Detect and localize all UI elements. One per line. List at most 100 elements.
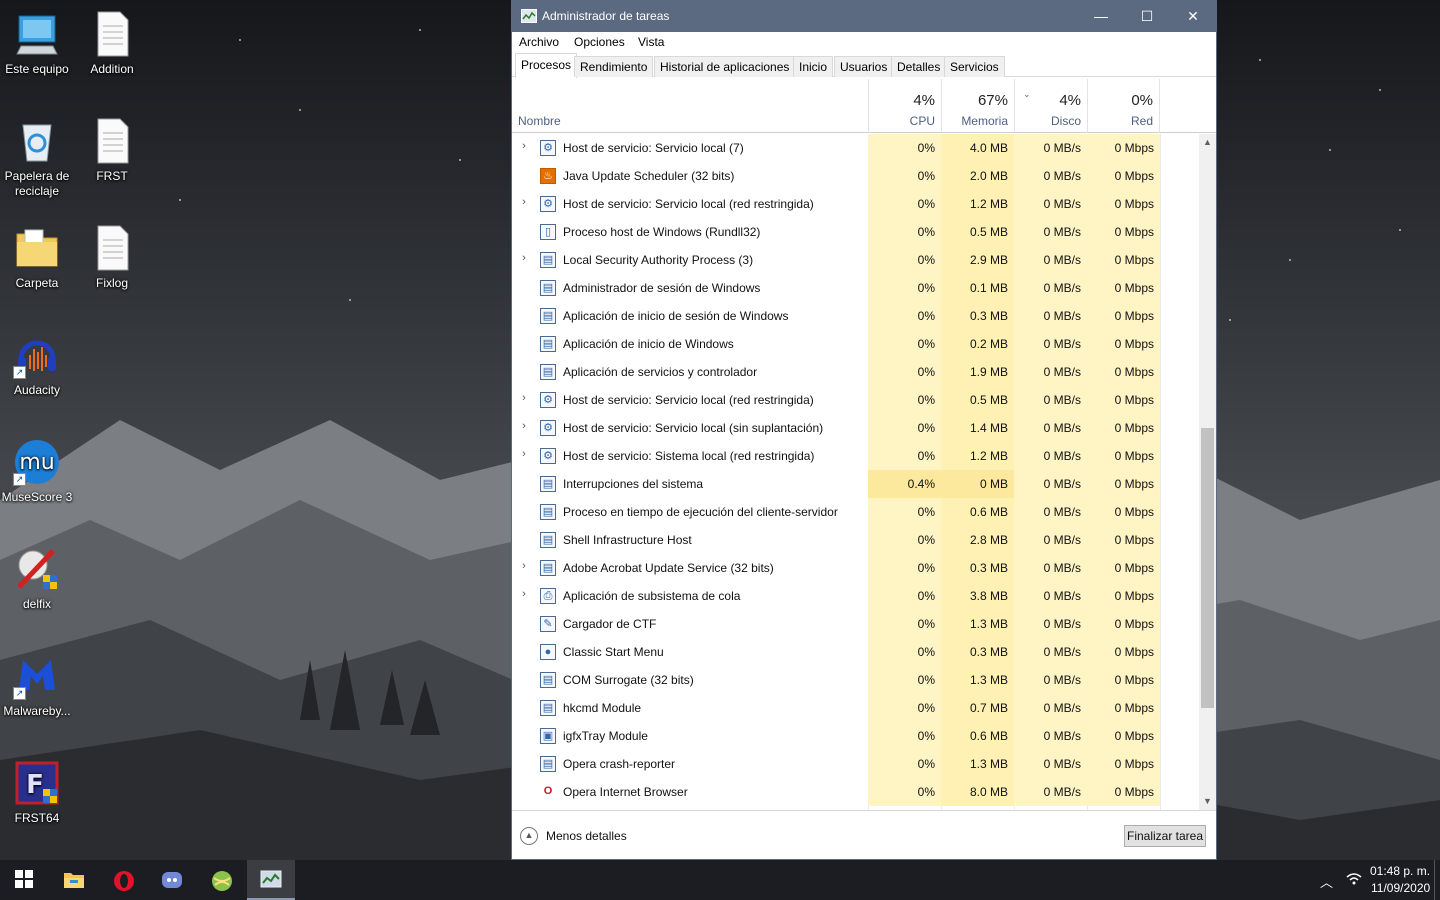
disk-value: 0 MB/s — [1014, 386, 1087, 414]
start-button[interactable] — [0, 860, 48, 900]
title-bar[interactable]: Administrador de tareas — ☐ ✕ — [512, 1, 1216, 32]
less-details-link[interactable]: Menos detalles — [546, 829, 627, 843]
process-row[interactable]: › ⚙ Host de servicio: Servicio local (7) 0%… — [512, 134, 1199, 162]
text-file-icon — [97, 11, 129, 57]
process-row[interactable]: ▤ Aplicación de inicio de sesión de Windo… — [512, 302, 1199, 330]
scroll-thumb[interactable] — [1201, 428, 1214, 708]
scroll-down-icon[interactable]: ▼ — [1199, 793, 1216, 810]
desktop-icon-audacity[interactable]: ↗ Audacity — [0, 331, 74, 398]
process-row[interactable]: ▤ Interrupciones del sistema 0.4% 0 MB 0 MB/… — [512, 470, 1199, 498]
column-nombre[interactable]: Nombre — [518, 114, 561, 128]
process-row[interactable]: › ⚙ Host de servicio: Servicio local (red … — [512, 386, 1199, 414]
taskbar-task-manager[interactable] — [247, 860, 295, 900]
expand-chevron-icon[interactable]: › — [518, 252, 530, 264]
process-row[interactable]: ▤ Administrador de sesión de Windows 0% 0.1… — [512, 274, 1199, 302]
desktop-icon-musescore[interactable]: mu ↗ MuseScore 3 — [0, 438, 74, 505]
expand-chevron-icon[interactable]: › — [518, 560, 530, 572]
show-desktop-button[interactable] — [1434, 860, 1440, 900]
disk-value: 0 MB/s — [1014, 414, 1087, 442]
maximize-button[interactable]: ☐ — [1124, 1, 1170, 32]
tab-rendimiento[interactable]: Rendimiento — [574, 56, 654, 77]
menu-opciones[interactable]: Opciones — [574, 35, 625, 49]
desktop-icon-fixlog[interactable]: Fixlog — [75, 224, 149, 291]
menu-archivo[interactable]: Archivo — [519, 35, 559, 49]
process-row[interactable]: ▤ Aplicación de inicio de Windows 0% 0.2 MB… — [512, 330, 1199, 358]
footer: ▲ Menos detalles Finalizar tarea — [512, 810, 1216, 859]
process-row[interactable]: ▤ Aplicación de servicios y controlador 0%… — [512, 358, 1199, 386]
taskbar-opera[interactable] — [100, 860, 148, 900]
process-row[interactable]: ● Classic Start Menu 0% 0.3 MB 0 MB/s 0 Mbps — [512, 638, 1199, 666]
taskbar: ︿ 01:48 p. m. 11/09/2020 — [0, 860, 1440, 900]
process-row[interactable]: ▤ Opera crash-reporter 0% 1.3 MB 0 MB/s 0 Mbp… — [512, 750, 1199, 778]
process-row[interactable]: ▣ igfxTray Module 0% 0.6 MB 0 MB/s 0 Mbps — [512, 722, 1199, 750]
close-button[interactable]: ✕ — [1170, 1, 1216, 32]
expand-chevron-icon[interactable]: › — [518, 420, 530, 432]
expand-chevron-icon[interactable]: › — [518, 588, 530, 600]
desktop-icon-malwarebytes[interactable]: ↗ Malwareby... — [0, 652, 74, 719]
expand-chevron-icon[interactable]: › — [518, 140, 530, 152]
network-wifi-icon[interactable] — [1346, 872, 1362, 886]
tab-historial[interactable]: Historial de aplicaciones — [654, 56, 796, 77]
tab-usuarios[interactable]: Usuarios — [834, 56, 894, 77]
process-row[interactable]: › ▤ Adobe Acrobat Update Service (32 bits)… — [512, 554, 1199, 582]
tab-detalles[interactable]: Detalles — [891, 56, 947, 77]
gear-icon: ⚙ — [540, 140, 556, 156]
desktop-icon-este-equipo[interactable]: Este equipo — [0, 10, 74, 77]
disk-value: 0 MB/s — [1014, 302, 1087, 330]
process-name: COM Surrogate (32 bits) — [563, 673, 694, 687]
process-row[interactable]: ▤ Shell Infrastructure Host 0% 2.8 MB 0 MB/s… — [512, 526, 1199, 554]
clock-date[interactable]: 11/09/2020 — [1371, 881, 1430, 895]
column-memoria[interactable]: 67% Memoria — [941, 79, 1014, 133]
desktop-icon-carpeta[interactable]: Carpeta — [0, 224, 74, 291]
process-row[interactable]: ▤ COM Surrogate (32 bits) 0% 1.3 MB 0 MB/s 0 … — [512, 666, 1199, 694]
end-task-button[interactable]: Finalizar tarea — [1124, 825, 1206, 847]
taskbar-file-explorer[interactable] — [50, 860, 98, 900]
taskbar-globe-app[interactable] — [198, 860, 246, 900]
minimize-button[interactable]: — — [1078, 1, 1124, 32]
process-row[interactable]: › ⚙ Host de servicio: Servicio local (red … — [512, 190, 1199, 218]
expand-chevron-icon[interactable]: › — [518, 392, 530, 404]
tab-servicios[interactable]: Servicios — [944, 56, 1005, 77]
process-row[interactable]: › ▤ Local Security Authority Process (3) 0%… — [512, 246, 1199, 274]
memory-value: 0.1 MB — [941, 274, 1014, 302]
expand-chevron-icon[interactable]: › — [518, 196, 530, 208]
clock-time[interactable]: 01:48 p. m. — [1370, 864, 1430, 878]
process-row[interactable]: O Opera Internet Browser 0% 8.0 MB 0 MB/s 0 M… — [512, 778, 1199, 806]
memory-value: 8.0 MB — [941, 778, 1014, 806]
start-icon — [15, 870, 33, 888]
column-disco[interactable]: ⌄ 4% Disco — [1014, 79, 1087, 133]
scroll-up-icon[interactable]: ▲ — [1199, 134, 1216, 151]
cpu-value: 0% — [868, 190, 941, 218]
chevron-up-icon[interactable]: ▲ — [520, 827, 538, 845]
vertical-scrollbar[interactable]: ▲ ▼ — [1199, 134, 1216, 810]
expand-chevron-icon[interactable]: › — [518, 448, 530, 460]
column-red[interactable]: 0% Red — [1087, 79, 1160, 133]
process-row[interactable]: ✎ Cargador de CTF 0% 1.3 MB 0 MB/s 0 Mbps — [512, 610, 1199, 638]
process-row[interactable]: ▤ Proceso en tiempo de ejecución del clie… — [512, 498, 1199, 526]
process-row[interactable]: ▤ hkcmd Module 0% 0.7 MB 0 MB/s 0 Mbps — [512, 694, 1199, 722]
page-icon: ▯ — [540, 224, 556, 240]
desktop-icon-frst[interactable]: FRST — [75, 117, 149, 184]
process-row[interactable]: ▯ Proceso host de Windows (Rundll32) 0% 0.5… — [512, 218, 1199, 246]
tab-inicio[interactable]: Inicio — [793, 56, 834, 77]
tray-overflow-chevron-icon[interactable]: ︿ — [1320, 872, 1333, 891]
column-cpu[interactable]: 4% CPU — [868, 79, 941, 133]
cpu-value: 0% — [868, 274, 941, 302]
desktop-icon-papelera[interactable]: Papelera de reciclaje — [0, 117, 74, 199]
process-row[interactable]: ♨ Java Update Scheduler (32 bits) 0% 2.0 MB… — [512, 162, 1199, 190]
disk-value: 0 MB/s — [1014, 666, 1087, 694]
menu-vista[interactable]: Vista — [638, 35, 664, 49]
disk-value: 0 MB/s — [1014, 722, 1087, 750]
cpu-value: 0% — [868, 386, 941, 414]
tab-procesos[interactable]: Procesos — [515, 53, 578, 78]
desktop-icon-delfix[interactable]: delfix — [0, 545, 74, 612]
desktop-icon-addition[interactable]: Addition — [75, 10, 149, 77]
desktop-icon-frst64[interactable]: F FRST64 — [0, 759, 74, 826]
process-row[interactable]: › ⎙ Aplicación de subsistema de cola 0% 3.8 … — [512, 582, 1199, 610]
taskbar-discord[interactable] — [148, 860, 196, 900]
process-row[interactable]: › ⚙ Host de servicio: Sistema local (red r… — [512, 442, 1199, 470]
svg-text:mu: mu — [19, 450, 54, 475]
cpu-value: 0% — [868, 694, 941, 722]
process-row[interactable]: › ⚙ Host de servicio: Servicio local (sin … — [512, 414, 1199, 442]
memory-value: 4.0 MB — [941, 134, 1014, 162]
